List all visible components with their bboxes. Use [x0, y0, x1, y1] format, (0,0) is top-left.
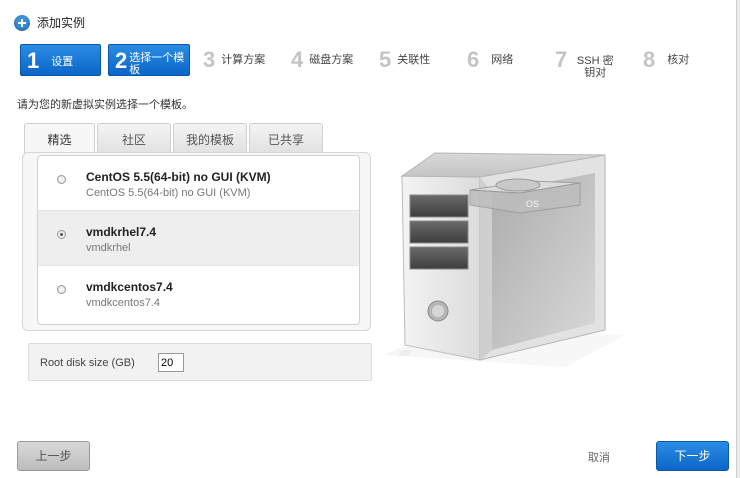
template-row[interactable]: vmdkcentos7.4 vmdkcentos7.4	[38, 266, 359, 321]
os-label: OS	[526, 199, 539, 209]
template-tabs: 精选 社区 我的模板 已共享	[24, 123, 325, 155]
template-radio[interactable]	[57, 230, 66, 239]
step-number: 8	[643, 47, 656, 72]
step-label: SSH 密钥对	[576, 55, 614, 79]
step-compute-offering[interactable]: 3 计算方案	[203, 44, 283, 76]
step-select-template[interactable]: 2 选择一个模板	[108, 44, 190, 76]
tab-featured[interactable]: 精选	[24, 123, 95, 155]
step-label: 选择一个模板	[129, 52, 185, 76]
template-panel: CentOS 5.5(64-bit) no GUI (KVM) CentOS 5…	[22, 152, 371, 331]
step-number: 1	[27, 48, 40, 73]
dialog-header: 添加实例	[14, 14, 85, 31]
window-edge	[736, 0, 740, 478]
next-button[interactable]: 下一步	[656, 441, 729, 471]
template-row[interactable]: CentOS 5.5(64-bit) no GUI (KVM) CentOS 5…	[38, 156, 359, 211]
template-name: vmdkcentos7.4	[86, 280, 173, 294]
root-disk-size-input[interactable]	[158, 353, 184, 372]
step-number: 2	[115, 48, 128, 73]
template-name: CentOS 5.5(64-bit) no GUI (KVM)	[86, 170, 271, 184]
cancel-button[interactable]: 取消	[576, 444, 622, 474]
step-label: 网络	[491, 54, 514, 66]
template-description: CentOS 5.5(64-bit) no GUI (KVM)	[86, 187, 251, 199]
root-disk-panel: Root disk size (GB)	[28, 343, 372, 381]
step-number: 5	[379, 47, 392, 72]
step-disk-offering[interactable]: 4 磁盘方案	[291, 44, 371, 76]
step-label: 磁盘方案	[309, 54, 354, 66]
step-number: 6	[467, 47, 480, 72]
template-radio[interactable]	[57, 285, 66, 294]
step-settings[interactable]: 1 设置	[20, 44, 101, 76]
tab-shared[interactable]: 已共享	[249, 123, 323, 155]
server-illustration: OS	[385, 152, 625, 367]
step-number: 4	[291, 47, 304, 72]
tab-my-templates[interactable]: 我的模板	[173, 123, 247, 155]
instruction-text: 请为您的新虚拟实例选择一个模板。	[17, 99, 193, 111]
step-label: 计算方案	[221, 54, 266, 66]
dialog-title: 添加实例	[37, 16, 86, 30]
template-list: CentOS 5.5(64-bit) no GUI (KVM) CentOS 5…	[37, 155, 360, 325]
step-label: 核对	[667, 54, 690, 66]
step-label: 设置	[51, 56, 74, 68]
template-row[interactable]: vmdkrhel7.4 vmdkrhel	[38, 211, 359, 266]
step-ssh-keypair[interactable]: 7 SSH 密钥对	[555, 44, 641, 79]
template-name: vmdkrhel7.4	[86, 225, 157, 239]
step-review[interactable]: 8 核对	[643, 44, 723, 76]
step-number: 3	[203, 47, 216, 72]
step-affinity[interactable]: 5 关联性	[379, 44, 459, 76]
tab-community[interactable]: 社区	[97, 123, 171, 155]
back-button[interactable]: 上一步	[17, 441, 90, 471]
template-description: vmdkcentos7.4	[86, 297, 160, 309]
step-network[interactable]: 6 网络	[467, 44, 547, 76]
step-label: 关联性	[397, 54, 431, 66]
add-circle-icon	[14, 14, 30, 31]
root-disk-label: Root disk size (GB)	[40, 357, 135, 369]
template-radio[interactable]	[57, 175, 66, 184]
template-description: vmdkrhel	[86, 242, 131, 254]
step-number: 7	[555, 47, 568, 72]
